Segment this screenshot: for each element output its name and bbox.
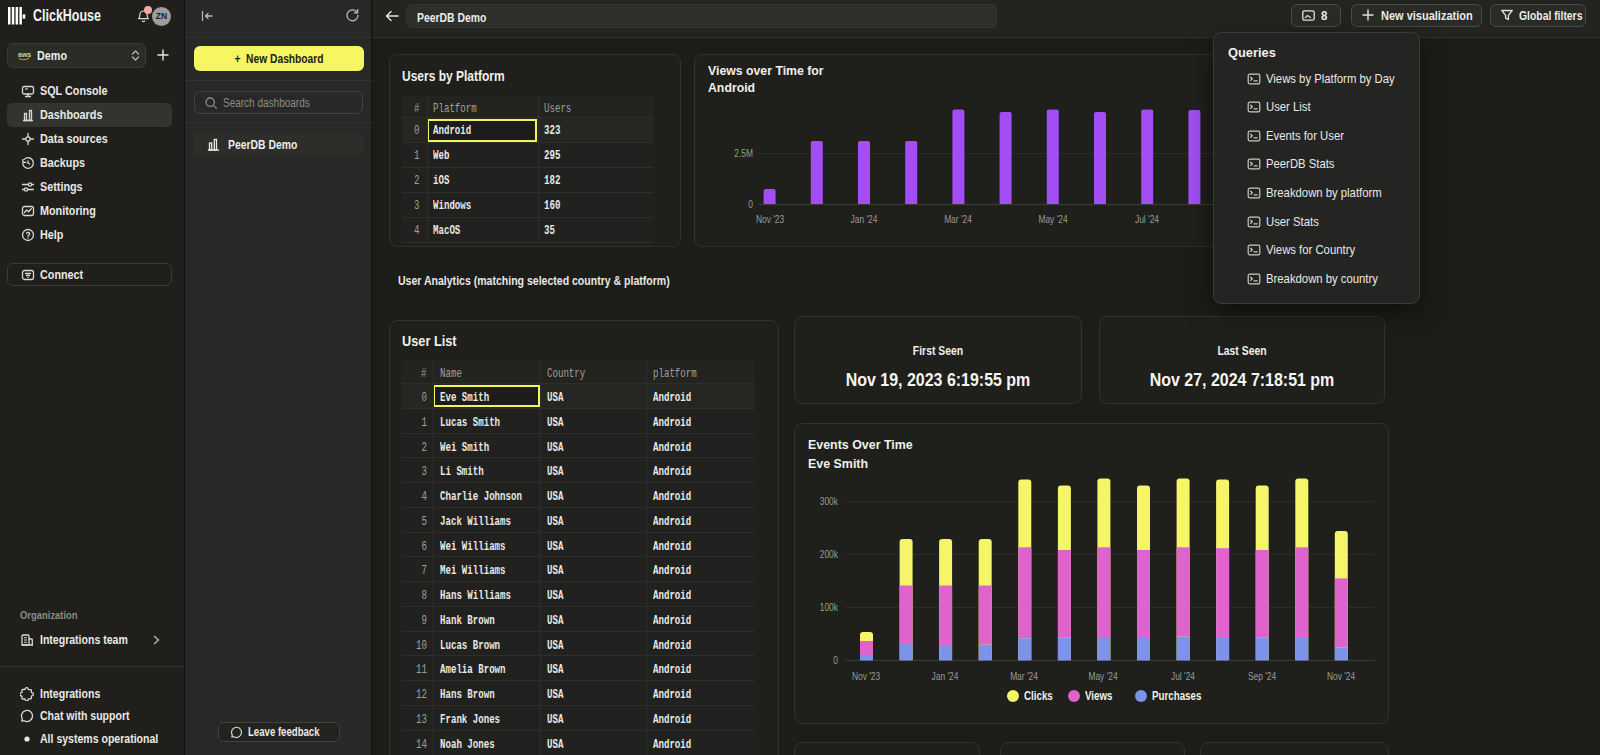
svg-text:aws: aws: [18, 51, 31, 58]
